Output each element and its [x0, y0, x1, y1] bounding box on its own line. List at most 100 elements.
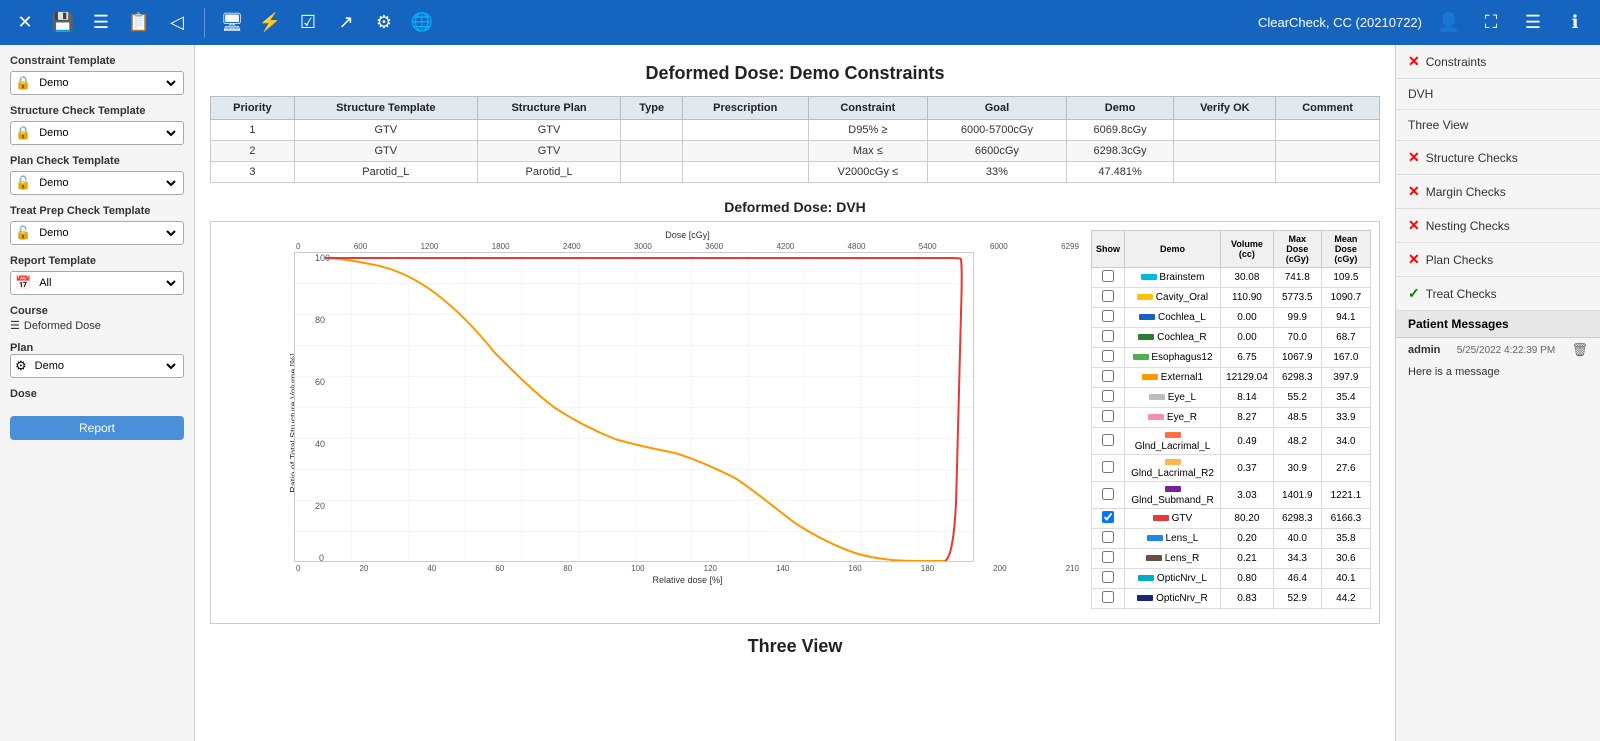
close-icon[interactable]: ✕	[10, 8, 40, 38]
dvh-checkbox-0[interactable]	[1102, 270, 1114, 282]
svg-text:40: 40	[315, 439, 325, 449]
dvh-cell-show[interactable]	[1092, 455, 1125, 482]
right-menu-item-three-view[interactable]: Three View	[1396, 110, 1600, 141]
save-icon[interactable]: 💾	[48, 8, 78, 38]
dvh-cell-show[interactable]	[1092, 509, 1125, 529]
dvh-cell-mean-dose: 2609.4	[1321, 609, 1370, 611]
structure-check-dropdown[interactable]: Demo	[35, 126, 179, 140]
settings-icon[interactable]: ⚙	[369, 8, 399, 38]
col-verify-ok: Verify OK	[1174, 97, 1276, 120]
plan-check-dropdown[interactable]: Demo	[35, 176, 179, 190]
copy-icon[interactable]: 📋	[124, 8, 154, 38]
dose-label: Dose	[10, 388, 184, 400]
structure-check-template-select[interactable]: 🔒 Demo	[10, 121, 184, 145]
report-template-dropdown[interactable]: All	[35, 276, 179, 290]
dvh-color-swatch-15	[1137, 595, 1153, 601]
dvh-cell-show[interactable]	[1092, 288, 1125, 308]
dvh-cell-show[interactable]	[1092, 482, 1125, 509]
dvh-checkbox-4[interactable]	[1102, 350, 1114, 362]
dvh-cell-mean-dose: 109.5	[1321, 268, 1370, 288]
trash-icon[interactable]: 🗑	[1571, 342, 1588, 358]
dvh-checkbox-10[interactable]	[1102, 488, 1114, 500]
dvh-cell-show[interactable]	[1092, 549, 1125, 569]
dvh-cell-mean-dose: 1221.1	[1321, 482, 1370, 509]
dvh-cell-volume: 0.83	[1221, 589, 1274, 609]
dvh-cell-name: Glnd_Lacrimal_R2	[1125, 455, 1221, 482]
dvh-cell-mean-dose: 35.4	[1321, 388, 1370, 408]
course-value: Deformed Dose	[24, 320, 101, 332]
structure-check-template-label: Structure Check Template	[10, 105, 184, 117]
view-icon[interactable]: 🖥	[217, 8, 247, 38]
x-icon: ✕	[1408, 217, 1420, 234]
dvh-checkbox-3[interactable]	[1102, 330, 1114, 342]
dvh-checkbox-15[interactable]	[1102, 591, 1114, 603]
treat-prep-select[interactable]: 🔓 Demo	[10, 221, 184, 245]
dvh-cell-show[interactable]	[1092, 529, 1125, 549]
constraint-template-select[interactable]: 🔒 Demo	[10, 71, 184, 95]
right-menu-item-treat-checks[interactable]: ✓Treat Checks	[1396, 277, 1600, 311]
dvh-checkbox-8[interactable]	[1102, 434, 1114, 446]
info-icon[interactable]: ℹ	[1560, 8, 1590, 38]
cell-verify-ok	[1174, 141, 1276, 162]
user-icon[interactable]: 👤	[1434, 8, 1464, 38]
dvh-cell-show[interactable]	[1092, 388, 1125, 408]
dvh-cell-show[interactable]	[1092, 308, 1125, 328]
constraint-template-label: Constraint Template	[10, 55, 184, 67]
dvh-row-12: Lens_L 0.20 40.0 35.8	[1092, 529, 1371, 549]
dvh-color-swatch-0	[1141, 274, 1157, 280]
dvh-cell-show[interactable]	[1092, 348, 1125, 368]
dvh-cell-show[interactable]	[1092, 328, 1125, 348]
dose-section: Dose	[10, 388, 184, 400]
report-template-select[interactable]: 📅 All	[10, 271, 184, 295]
dvh-cell-show[interactable]	[1092, 408, 1125, 428]
checklist-icon[interactable]: ☑	[293, 8, 323, 38]
right-menu-item-structure-checks[interactable]: ✕Structure Checks	[1396, 141, 1600, 175]
dvh-checkbox-14[interactable]	[1102, 571, 1114, 583]
dvh-cell-name: Eye_L	[1125, 388, 1221, 408]
cell-struct-plan: GTV	[477, 120, 621, 141]
plan-check-template-select[interactable]: 🔓 Demo	[10, 171, 184, 195]
dvh-cell-show[interactable]	[1092, 569, 1125, 589]
back-icon[interactable]: ◁	[162, 8, 192, 38]
plan-select[interactable]: ⚙ Demo	[10, 354, 184, 378]
dvh-checkbox-12[interactable]	[1102, 531, 1114, 543]
dvh-color-swatch-5	[1142, 374, 1158, 380]
dvh-cell-name: Eye_R	[1125, 408, 1221, 428]
structure-icon[interactable]: ⚡	[255, 8, 285, 38]
dvh-cell-name: Glnd_Submand_R	[1125, 482, 1221, 509]
dvh-cell-name: Cochlea_R	[1125, 328, 1221, 348]
dvh-checkbox-2[interactable]	[1102, 310, 1114, 322]
right-menu-item-dvh[interactable]: DVH	[1396, 79, 1600, 110]
menu-icon[interactable]: ☰	[86, 8, 116, 38]
network-icon[interactable]: ⛶	[1476, 8, 1506, 38]
dvh-checkbox-6[interactable]	[1102, 390, 1114, 402]
dvh-cell-show[interactable]	[1092, 589, 1125, 609]
dvh-checkbox-13[interactable]	[1102, 551, 1114, 563]
report-button[interactable]: Report	[10, 416, 184, 440]
right-menu-item-nesting-checks[interactable]: ✕Nesting Checks	[1396, 209, 1600, 243]
menu-item-label: Constraints	[1426, 55, 1487, 69]
dvh-row-1: Cavity_Oral 110.90 5773.5 1090.7	[1092, 288, 1371, 308]
right-menu-item-margin-checks[interactable]: ✕Margin Checks	[1396, 175, 1600, 209]
dvh-cell-show[interactable]	[1092, 368, 1125, 388]
dvh-cell-mean-dose: 397.9	[1321, 368, 1370, 388]
constraint-template-dropdown[interactable]: Demo	[35, 76, 179, 90]
right-menu-item-constraints[interactable]: ✕Constraints	[1396, 45, 1600, 79]
treat-prep-dropdown[interactable]: Demo	[35, 226, 179, 240]
globe-icon[interactable]: 🌐	[407, 8, 437, 38]
dvh-checkbox-9[interactable]	[1102, 461, 1114, 473]
dvh-cell-show[interactable]	[1092, 268, 1125, 288]
dvh-cell-show[interactable]	[1092, 428, 1125, 455]
plan-dropdown[interactable]: Demo	[31, 359, 179, 373]
dvh-right-panel: Show Demo Volume (cc) Max Dose (cGy) Mea…	[1091, 230, 1371, 610]
hamburger-icon[interactable]: ☰	[1518, 8, 1548, 38]
x-ticks: 020406080100120140160180200210	[294, 564, 1081, 573]
dvh-checkbox-5[interactable]	[1102, 370, 1114, 382]
arrow-icon[interactable]: ↗	[331, 8, 361, 38]
dvh-cell-max-dose: 34.3	[1273, 549, 1321, 569]
dvh-checkbox-7[interactable]	[1102, 410, 1114, 422]
dvh-checkbox-1[interactable]	[1102, 290, 1114, 302]
dvh-cell-show[interactable]	[1092, 609, 1125, 611]
dvh-checkbox-11[interactable]	[1102, 511, 1114, 523]
right-menu-item-plan-checks[interactable]: ✕Plan Checks	[1396, 243, 1600, 277]
